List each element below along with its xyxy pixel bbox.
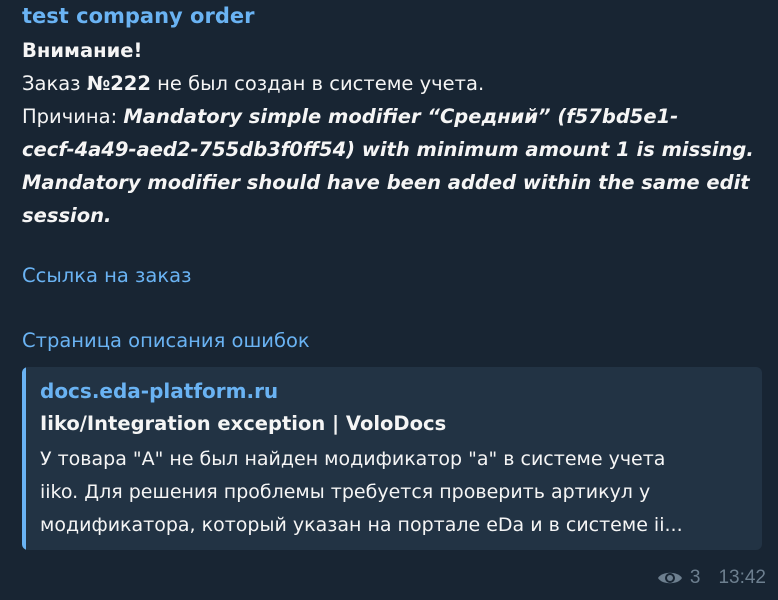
message-time: 13:42 (718, 567, 766, 588)
order-suffix: не был создан в системе учета. (150, 72, 485, 95)
preview-title: Iiko/Integration exception | VoloDocs (40, 412, 447, 435)
views-count: 3 (689, 567, 701, 588)
reason-label: Причина: (22, 105, 124, 128)
preview-desc-line-1: У товара "A" не был найден модификатор "… (40, 448, 666, 470)
message-text: Внимание! Заказ №222 не был создан в сис… (22, 34, 762, 232)
reason-line: Причина: Mandatory simple modifier “Сред… (22, 100, 762, 133)
order-prefix: Заказ (22, 72, 87, 95)
eye-icon (656, 569, 684, 587)
reason-text-4: session. (22, 204, 112, 227)
message-title: Внимание! (22, 39, 143, 62)
sender-name[interactable]: test company order (22, 2, 254, 30)
link-preview[interactable]: docs.eda-platform.ru Iiko/Integration ex… (22, 367, 762, 550)
order-number: №222 (86, 72, 151, 95)
message-meta: 3 13:42 (656, 566, 766, 590)
errors-page-link[interactable]: Страница описания ошибок (22, 327, 310, 355)
preview-accent-bar (22, 367, 26, 550)
order-link[interactable]: Ссылка на заказ (22, 262, 191, 290)
preview-desc-line-3: модификатора, который указан на портале … (40, 514, 683, 536)
order-status-line: Заказ №222 не был создан в системе учета… (22, 67, 762, 100)
reason-text-2: cecf-4a49-aed2-755db3f0ff54) with minimu… (22, 138, 754, 161)
reason-text-3: Mandatory modifier should have been adde… (22, 171, 750, 194)
reason-text-1: Mandatory simple modifier “Средний” (f57… (123, 105, 679, 128)
preview-description: У товара "A" не был найден модификатор "… (40, 443, 755, 542)
message-bubble: test company order Внимание! Заказ №222 … (0, 0, 778, 600)
preview-desc-line-2: iiko. Для решения проблемы требуется про… (40, 481, 651, 503)
preview-site-name[interactable]: docs.eda-platform.ru (40, 377, 278, 405)
